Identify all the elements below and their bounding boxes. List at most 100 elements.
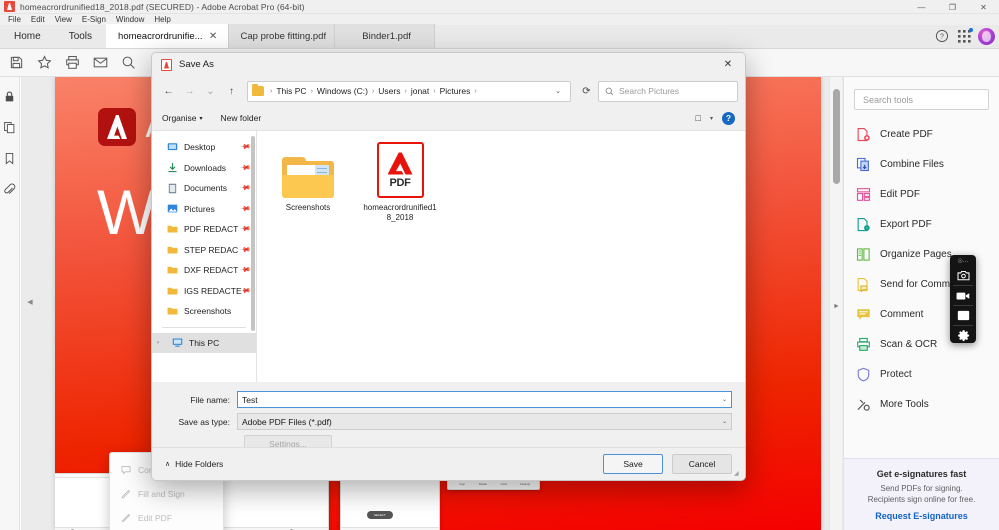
tool-create-pdf[interactable]: Create PDF [855, 119, 999, 149]
chevron-down-icon[interactable]: ⌄ [722, 418, 727, 425]
tool-comment[interactable]: Comment [855, 299, 999, 329]
search-icon[interactable] [114, 50, 142, 76]
star-icon[interactable] [30, 50, 58, 76]
breadcrumb-this-pc[interactable]: This PC [275, 86, 307, 96]
help-icon[interactable]: ? [931, 25, 953, 47]
tree-item-label: Downloads [184, 162, 227, 173]
context-item-label: Edit PDF [138, 513, 173, 523]
tree-item-pdf-redact[interactable]: PDF REDACT 📌 [152, 219, 256, 240]
dialog-help-button[interactable]: ? [722, 111, 735, 125]
minimize-button[interactable]: — [906, 0, 937, 14]
attachment-icon[interactable] [1, 180, 19, 198]
resize-grip[interactable]: ◢ [734, 470, 742, 478]
refresh-button[interactable]: ⟳ [577, 82, 596, 101]
search-tools-input[interactable]: Search tools [854, 89, 989, 110]
view-mode-caret-icon[interactable]: ▾ [710, 115, 713, 122]
save-icon[interactable] [2, 50, 30, 76]
vertical-scrollbar[interactable]: ► [829, 77, 842, 530]
breadcrumb-windows-c[interactable]: Windows (C:) [316, 86, 369, 96]
tree-scrollbar[interactable] [251, 136, 255, 331]
panel-expand-arrow[interactable]: ► [833, 303, 840, 310]
print-icon[interactable] [58, 50, 86, 76]
address-breadcrumb-bar[interactable]: › This PC › Windows (C:) › Users › jonat… [247, 80, 571, 102]
save-as-dialog: Save As ✕ ← → ⌄ ↑ › This PC › Windows (C… [151, 52, 746, 481]
document-tab-close-icon[interactable]: ✕ [207, 30, 220, 43]
tool-organize-pages[interactable]: Organize Pages [855, 239, 999, 269]
file-item-screenshots-folder[interactable]: Screenshots [271, 142, 345, 382]
promo-cta-link[interactable]: Request E-signatures [844, 511, 999, 521]
tool-label: Edit PDF [880, 188, 921, 200]
view-mode-button[interactable]: □ [696, 113, 701, 123]
camera-icon[interactable] [953, 268, 973, 283]
document-tab-binder1[interactable]: Binder1.pdf [335, 24, 436, 48]
context-item-fill-and-sign[interactable]: Fill and Sign [110, 482, 223, 506]
pin-icon: 📌 [239, 142, 251, 154]
tool-edit-pdf[interactable]: Edit PDF [855, 179, 999, 209]
document-tab-active[interactable]: homeacrordrunifie... ✕ [106, 24, 229, 48]
app-grid-icon[interactable] [953, 25, 975, 47]
tree-item-desktop[interactable]: Desktop 📌 [152, 137, 256, 158]
tab-tools[interactable]: Tools [55, 24, 106, 48]
breadcrumb-jonat[interactable]: jonat [410, 86, 430, 96]
chevron-down-icon[interactable]: ⌄ [722, 396, 727, 403]
email-icon[interactable] [86, 50, 114, 76]
dialog-title: Save As [179, 59, 214, 70]
video-icon[interactable] [953, 288, 973, 303]
divider [953, 325, 973, 326]
dialog-form: File name: Test ⌄ Save as type: Adobe PD… [152, 382, 745, 453]
tree-item-screenshots[interactable]: Screenshots [152, 301, 256, 322]
dialog-search-input[interactable]: Search Pictures [598, 80, 738, 102]
tool-scan-ocr[interactable]: Scan & OCR [855, 329, 999, 359]
tree-item-step-redact[interactable]: STEP REDAC 📌 [152, 240, 256, 261]
page-thumbnails-icon[interactable] [1, 118, 19, 136]
tree-item-igs-redacted[interactable]: IGS REDACTE 📌 [152, 281, 256, 302]
capture-toolbar-handle[interactable]: ☉··· [957, 258, 968, 266]
filename-input[interactable]: Test ⌄ [237, 391, 732, 408]
avatar[interactable] [978, 27, 995, 45]
gear-icon[interactable] [953, 328, 973, 343]
address-dropdown-icon[interactable]: ⌄ [550, 87, 566, 95]
tree-item-dxf-redact[interactable]: DXF REDACT 📌 [152, 260, 256, 281]
tree-item-pictures[interactable]: Pictures 📌 [152, 199, 256, 220]
tool-send-for-comments[interactable]: Send for Comments [855, 269, 999, 299]
breadcrumb-pictures[interactable]: Pictures [439, 86, 472, 96]
up-button[interactable]: ↑ [222, 82, 241, 101]
tool-export-pdf[interactable]: Export PDF [855, 209, 999, 239]
context-item-edit-pdf[interactable]: Edit PDF [110, 506, 223, 530]
scrollbar-thumb[interactable] [833, 89, 840, 184]
organise-button[interactable]: Organise ▾ [162, 113, 203, 123]
promo-line1: Send PDFs for signing. [880, 484, 963, 493]
hide-folders-button[interactable]: ∧ Hide Folders [165, 459, 223, 469]
lock-icon[interactable] [1, 87, 19, 105]
new-folder-button[interactable]: New folder [221, 113, 262, 123]
tool-protect[interactable]: Protect [855, 359, 999, 389]
desktop-icon [166, 142, 178, 153]
cancel-button[interactable]: Cancel [672, 454, 732, 474]
save-button[interactable]: Save [603, 454, 663, 474]
tree-item-documents[interactable]: Documents 📌 [152, 178, 256, 199]
tree-item-this-pc[interactable]: › This PC [152, 332, 256, 353]
tool-combine-files[interactable]: Combine Files [855, 149, 999, 179]
navigation-tree: Desktop 📌 Downloads 📌 Documents 📌 Pictur… [152, 131, 257, 382]
back-button[interactable]: ← [159, 82, 178, 101]
breadcrumb-users[interactable]: Users [377, 86, 401, 96]
pin-icon: 📌 [239, 183, 251, 195]
bookmark-icon[interactable] [1, 149, 19, 167]
filetype-select[interactable]: Adobe PDF Files (*.pdf) ⌄ [237, 413, 732, 430]
close-button[interactable]: ✕ [968, 0, 999, 14]
breadcrumb-separator: › [371, 87, 375, 95]
expand-chevron-icon[interactable]: › [157, 340, 165, 346]
maximize-button[interactable]: ❐ [937, 0, 968, 14]
tool-more-tools[interactable]: More Tools [855, 389, 999, 419]
dialog-close-button[interactable]: ✕ [711, 53, 745, 76]
tab-home[interactable]: Home [0, 24, 55, 48]
tree-item-downloads[interactable]: Downloads 📌 [152, 158, 256, 179]
file-item-pdf[interactable]: PDF homeacrordrunified18_2018 [363, 142, 437, 382]
window-icon[interactable] [953, 308, 973, 323]
document-tab-cap-probe[interactable]: Cap probe fitting.pdf [228, 24, 336, 48]
pictures-icon [166, 203, 178, 214]
forward-button[interactable]: → [180, 82, 199, 101]
page-collapse-arrow[interactable]: ◀ [25, 292, 35, 312]
recent-locations-button[interactable]: ⌄ [201, 82, 220, 101]
send-comments-icon [855, 276, 871, 292]
